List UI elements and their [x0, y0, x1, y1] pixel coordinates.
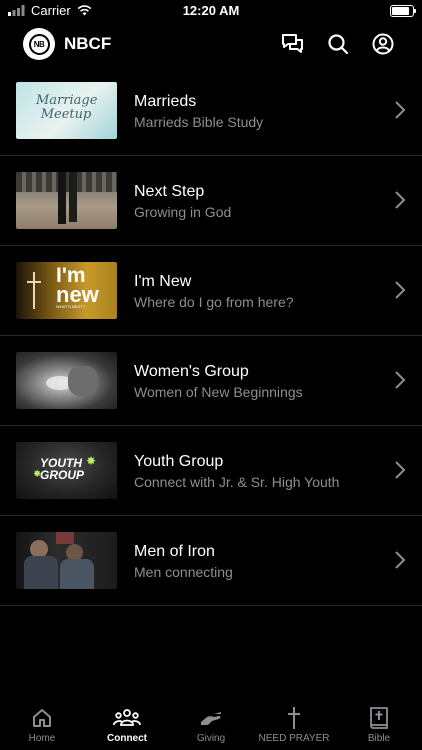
person-shape: [60, 559, 94, 589]
tab-connect[interactable]: Connect: [85, 706, 169, 744]
marrieds-thumbnail: Marriage Meetup: [16, 82, 117, 139]
status-time: 12:20 AM: [182, 3, 240, 18]
tab-label: Connect: [107, 733, 147, 744]
list-item-youth-group[interactable]: YOUTH GROUP ✸ ✸ Youth Group Connect with…: [0, 426, 422, 516]
next-step-thumbnail: [16, 172, 117, 229]
item-title: Next Step: [134, 183, 205, 200]
person-shape: [24, 556, 58, 589]
groups-list: Marriage Meetup Marrieds Marrieds Bible …: [0, 66, 422, 606]
tab-bar: Home Connect Giving NEED PRAYER Bible: [0, 700, 422, 750]
status-bar: Carrier 12:20 AM: [0, 0, 422, 22]
chevron-right-icon: [395, 461, 406, 479]
item-title: I'm New: [134, 273, 192, 290]
cross-icon: [252, 706, 336, 730]
thumbnail-text: Marriage: [36, 93, 98, 108]
sparkle-shape: ✸: [86, 454, 97, 468]
tab-need-prayer[interactable]: NEED PRAYER: [252, 706, 336, 744]
people-icon: [85, 706, 169, 730]
chevron-right-icon: [395, 281, 406, 299]
chevron-right-icon: [395, 371, 406, 389]
item-title: Men of Iron: [134, 543, 215, 560]
tab-bible[interactable]: Bible: [337, 706, 421, 744]
thumbnail-text: Meetup: [40, 107, 92, 122]
cross-shape: [27, 281, 41, 283]
giving-hand-icon: [169, 706, 253, 730]
tab-label: Home: [28, 733, 56, 744]
sparkle-shape: ✸: [33, 469, 42, 480]
tab-home[interactable]: Home: [0, 706, 84, 744]
bible-icon: [337, 706, 421, 730]
chevron-right-icon: [395, 101, 406, 119]
im-new-thumbnail: I'm new WHAT'S NEXT?: [16, 262, 117, 319]
thumbnail-text: new: [56, 282, 99, 307]
list-item-marrieds[interactable]: Marriage Meetup Marrieds Marrieds Bible …: [0, 66, 422, 156]
app-header: NB NBCF: [0, 26, 422, 62]
battery-icon: [390, 5, 416, 17]
cross-shape: [33, 272, 35, 309]
chevron-right-icon: [395, 551, 406, 569]
thumbnail-text: GROUP: [40, 468, 85, 482]
item-subtitle: Growing in God: [134, 204, 232, 220]
item-subtitle: Marrieds Bible Study: [134, 114, 264, 130]
search-icon[interactable]: [324, 30, 352, 58]
brand-title: NBCF: [64, 34, 112, 53]
men-of-iron-thumbnail: [16, 532, 117, 589]
youth-group-thumbnail: YOUTH GROUP ✸ ✸: [16, 442, 117, 499]
list-item-men-of-iron[interactable]: Men of Iron Men connecting: [0, 516, 422, 606]
chat-icon[interactable]: [279, 30, 307, 58]
womens-group-thumbnail: [16, 352, 117, 409]
chevron-right-icon: [395, 191, 406, 209]
legs-shape: [58, 172, 66, 224]
profile-icon[interactable]: [369, 30, 397, 58]
list-item-im-new[interactable]: I'm new WHAT'S NEXT? I'm New Where do I …: [0, 246, 422, 336]
item-subtitle: Where do I go from here?: [134, 294, 294, 310]
tab-label: Bible: [367, 733, 391, 744]
building-shape: [16, 172, 117, 192]
tab-giving[interactable]: Giving: [169, 706, 253, 744]
item-title: Marrieds: [134, 93, 197, 110]
home-icon: [0, 706, 84, 730]
list-item-next-step[interactable]: Next Step Growing in God: [0, 156, 422, 246]
list-item-womens-group[interactable]: Women's Group Women of New Beginnings: [0, 336, 422, 426]
tab-label: Giving: [196, 733, 226, 744]
item-subtitle: Men connecting: [134, 564, 233, 580]
item-title: Women's Group: [134, 363, 249, 380]
legs-shape: [69, 172, 77, 222]
item-title: Youth Group: [134, 453, 224, 470]
item-subtitle: Connect with Jr. & Sr. High Youth: [134, 474, 340, 490]
church-logo[interactable]: NB: [23, 28, 55, 60]
logo-mark: NB: [28, 33, 50, 55]
tab-label: NEED PRAYER: [258, 733, 330, 744]
light-shape: [56, 532, 74, 544]
hands-shape: [68, 366, 98, 396]
item-subtitle: Women of New Beginnings: [134, 384, 303, 400]
